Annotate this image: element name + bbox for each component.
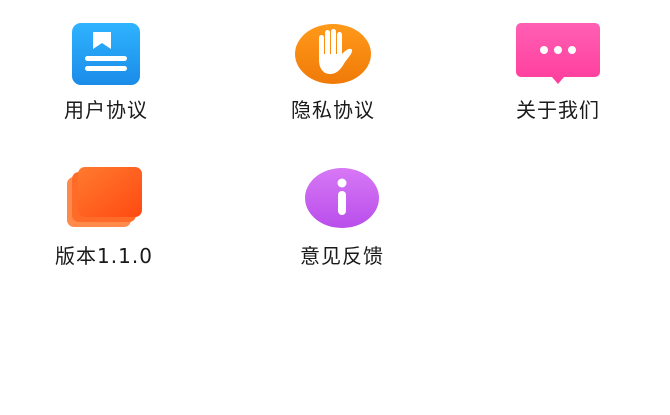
settings-page: 用户协议 隐私协议 关于我们 版本1.1.0 意见反馈 bbox=[0, 0, 670, 415]
stacked-cards-icon bbox=[64, 166, 144, 234]
menu-item-label: 用户协议 bbox=[64, 98, 148, 122]
hand-stop-icon bbox=[293, 22, 373, 90]
menu-item-label: 隐私协议 bbox=[291, 98, 375, 122]
document-icon bbox=[71, 22, 141, 90]
chat-bubble-icon bbox=[515, 22, 601, 90]
menu-item-about-us[interactable]: 关于我们 bbox=[478, 22, 638, 142]
menu-item-label: 意见反馈 bbox=[300, 244, 384, 268]
info-icon bbox=[302, 166, 382, 234]
menu-item-privacy-policy[interactable]: 隐私协议 bbox=[253, 22, 413, 142]
menu-item-label: 关于我们 bbox=[516, 98, 600, 122]
menu-item-feedback[interactable]: 意见反馈 bbox=[262, 166, 422, 286]
menu-item-version[interactable]: 版本1.1.0 bbox=[24, 166, 184, 286]
menu-item-label: 版本1.1.0 bbox=[55, 244, 153, 268]
menu-item-user-agreement[interactable]: 用户协议 bbox=[26, 22, 186, 142]
